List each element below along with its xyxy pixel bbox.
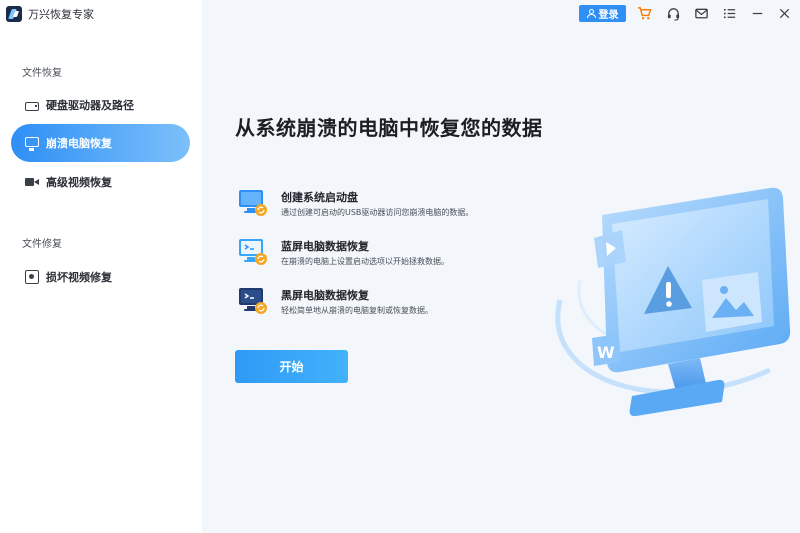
sidebar-item-crashed-computer[interactable]: 崩溃电脑恢复 bbox=[11, 124, 190, 162]
sidebar-item-advanced-video[interactable]: 高级视频恢复 bbox=[11, 163, 190, 201]
headset-icon[interactable] bbox=[666, 6, 681, 21]
sidebar-item-label: 崩溃电脑恢复 bbox=[46, 137, 112, 150]
svg-text:W: W bbox=[597, 343, 615, 362]
minimize-icon[interactable] bbox=[750, 6, 765, 21]
option-create-bootable-drive[interactable]: 创建系统启动盘 通过创建可启动的USB驱动器访问您崩溃电脑的数据。 bbox=[238, 188, 568, 220]
option-description: 轻松简单地从崩溃的电脑复制或恢复数据。 bbox=[281, 306, 433, 315]
app-title-bar: 万兴恢复专家 bbox=[6, 5, 94, 23]
black-screen-icon bbox=[238, 286, 268, 316]
option-black-screen-recovery[interactable]: 黑屏电脑数据恢复 轻松简单地从崩溃的电脑复制或恢复数据。 bbox=[238, 286, 568, 318]
sidebar-item-video-repair[interactable]: 损坏视频修复 bbox=[11, 258, 190, 296]
option-title: 蓝屏电脑数据恢复 bbox=[281, 240, 369, 253]
group-label-file-recovery: 文件恢复 bbox=[22, 68, 62, 79]
option-title: 黑屏电脑数据恢复 bbox=[281, 289, 369, 302]
cart-icon[interactable] bbox=[637, 6, 652, 21]
close-icon[interactable] bbox=[777, 6, 792, 21]
option-description: 通过创建可启动的USB驱动器访问您崩溃电脑的数据。 bbox=[281, 208, 474, 217]
sidebar-item-label: 硬盘驱动器及路径 bbox=[46, 99, 134, 112]
sidebar-item-label: 损坏视频修复 bbox=[46, 271, 112, 284]
crashed-computer-illustration: W bbox=[540, 180, 800, 430]
hard-drive-icon bbox=[25, 102, 39, 111]
app-name: 万兴恢复专家 bbox=[28, 8, 94, 21]
bootable-drive-icon bbox=[238, 188, 268, 218]
page-title: 从系统崩溃的电脑中恢复您的数据 bbox=[235, 116, 543, 140]
option-blue-screen-recovery[interactable]: 蓝屏电脑数据恢复 在崩溃的电脑上设置启动选项以开始拯救数据。 bbox=[238, 237, 568, 269]
sidebar-item-label: 高级视频恢复 bbox=[46, 176, 112, 189]
login-button[interactable]: 登录 bbox=[579, 5, 626, 22]
blue-screen-icon bbox=[238, 237, 268, 267]
option-title: 创建系统启动盘 bbox=[281, 191, 358, 204]
video-repair-icon bbox=[25, 270, 39, 284]
user-icon bbox=[586, 9, 596, 18]
monitor-icon bbox=[25, 137, 39, 151]
menu-icon[interactable] bbox=[722, 6, 737, 21]
mail-icon[interactable] bbox=[694, 6, 709, 21]
video-camera-icon bbox=[25, 175, 39, 189]
option-description: 在崩溃的电脑上设置启动选项以开始拯救数据。 bbox=[281, 257, 449, 266]
sidebar: 万兴恢复专家 文件恢复 硬盘驱动器及路径 崩溃电脑恢复 高级视频恢复 文件修复 … bbox=[0, 0, 202, 533]
sidebar-item-hard-drive[interactable]: 硬盘驱动器及路径 bbox=[11, 86, 190, 124]
start-button[interactable]: 开始 bbox=[235, 350, 348, 383]
login-label: 登录 bbox=[598, 10, 619, 21]
group-label-file-repair: 文件修复 bbox=[22, 239, 62, 250]
app-logo-icon bbox=[6, 6, 22, 22]
